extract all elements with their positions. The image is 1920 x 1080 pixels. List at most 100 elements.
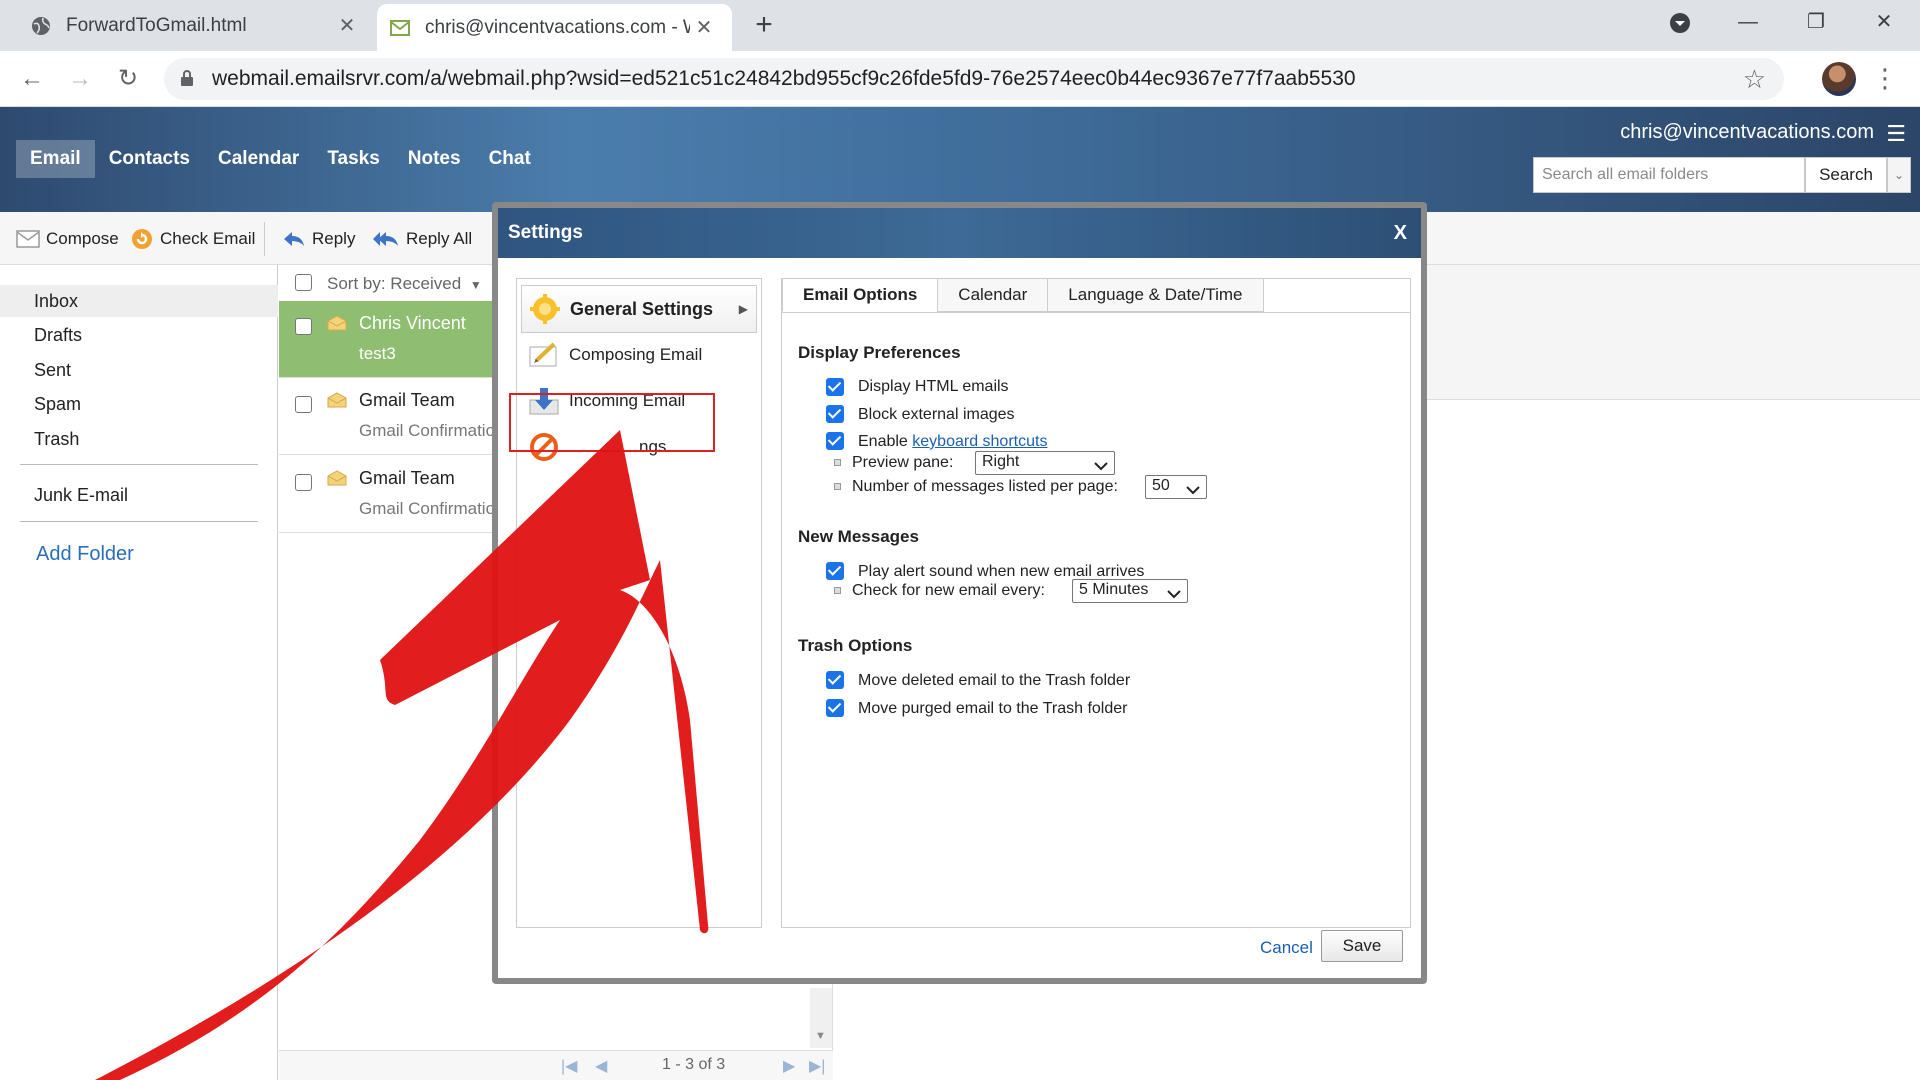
profile-avatar[interactable] (1822, 62, 1856, 96)
forward-icon[interactable]: → (60, 59, 100, 99)
preview-pane-select[interactable]: Right (975, 451, 1115, 475)
browser-tab-bar: ForwardToGmail.html ✕ chris@vincentvacat… (0, 0, 1920, 51)
nav-tasks[interactable]: Tasks (313, 140, 393, 178)
move-purged-checkbox[interactable] (826, 699, 844, 717)
display-html-checkbox[interactable] (826, 378, 844, 396)
chevron-down-icon (1186, 482, 1200, 500)
select-all-checkbox[interactable] (295, 274, 312, 291)
check-interval-select[interactable]: 5 Minutes (1072, 579, 1188, 603)
reply-button[interactable]: Reply (282, 226, 355, 252)
menu-icon[interactable]: ☰ (1886, 121, 1906, 147)
settings-tabs: Email Options Calendar Language & Date/T… (782, 278, 1264, 312)
tab-calendar[interactable]: Calendar (937, 278, 1049, 312)
message-checkbox[interactable] (295, 474, 312, 491)
nav-notes[interactable]: Notes (394, 140, 475, 178)
check-email-button[interactable]: Check Email (130, 226, 255, 252)
open-envelope-icon (327, 470, 347, 491)
sidebar-label: Composing Email (569, 345, 703, 364)
folder-divider (20, 464, 258, 465)
message-sender: Gmail Team (359, 390, 455, 410)
chevron-down-icon: ▼ (469, 278, 482, 292)
nav-email[interactable]: Email (16, 140, 95, 178)
per-page-select[interactable]: 50 (1145, 475, 1207, 499)
prev-page-icon[interactable]: ◀ (595, 1056, 607, 1076)
url-bar[interactable]: webmail.emailsrvr.com/a/webmail.php?wsid… (164, 58, 1784, 100)
back-icon[interactable]: ← (12, 59, 52, 99)
compose-button[interactable]: Compose (16, 226, 119, 252)
select-value: 5 Minutes (1079, 581, 1149, 598)
search-input[interactable]: Search all email folders (1533, 157, 1805, 193)
folder-drafts[interactable]: Drafts (0, 319, 278, 351)
sidebar-label: General Settings (570, 298, 714, 319)
new-tab-icon[interactable]: + (748, 8, 780, 42)
folder-trash[interactable]: Trash (0, 423, 278, 455)
add-folder-link[interactable]: Add Folder (36, 543, 134, 566)
move-deleted-checkbox[interactable] (826, 671, 844, 689)
block-images-checkbox[interactable] (826, 405, 844, 423)
message-checkbox[interactable] (295, 318, 312, 335)
folder-spam[interactable]: Spam (0, 388, 278, 420)
first-page-icon[interactable]: |◀ (561, 1056, 577, 1076)
globe-icon (30, 15, 52, 37)
scroll-down-icon[interactable]: ▼ (815, 1030, 826, 1042)
cancel-link[interactable]: Cancel (1260, 938, 1313, 958)
minimize-icon[interactable]: — (1718, 0, 1778, 46)
search-options-icon[interactable]: ⌄ (1887, 157, 1911, 193)
option-label: Move purged email to the Trash folder (858, 700, 1128, 717)
reply-label: Reply (312, 229, 356, 248)
toolbar-divider (264, 222, 265, 256)
chevron-down-icon (1094, 458, 1108, 476)
main-nav: Email Contacts Calendar Tasks Notes Chat (16, 140, 545, 178)
option-label: Display HTML emails (858, 378, 1009, 395)
browser-tab-forwardtogmail[interactable]: ForwardToGmail.html ✕ (0, 0, 375, 51)
message-subject: Gmail Confirmatio (359, 499, 496, 518)
next-page-icon[interactable]: ▶ (783, 1056, 795, 1076)
reply-all-arrow-icon (372, 230, 400, 248)
save-button[interactable]: Save (1321, 930, 1403, 962)
bookmark-star-icon[interactable]: ☆ (1743, 64, 1766, 95)
folder-inbox[interactable]: Inbox (0, 285, 278, 317)
browser-tab-webmail[interactable]: chris@vincentvacations.com - W ✕ (377, 4, 732, 51)
browser-menu-icon[interactable]: ⋮ (1872, 61, 1898, 97)
reply-all-label: Reply All (406, 229, 473, 248)
option-text: Enable (858, 433, 913, 450)
nav-contacts[interactable]: Contacts (95, 140, 204, 178)
close-window-icon[interactable]: ✕ (1854, 0, 1914, 46)
tab-email-options[interactable]: Email Options (782, 278, 939, 312)
alert-sound-checkbox[interactable] (826, 562, 844, 580)
tab-title: chris@vincentvacations.com - W (425, 16, 690, 38)
close-tab-icon[interactable]: ✕ (690, 15, 718, 40)
tab-language-date-time[interactable]: Language & Date/Time (1047, 278, 1264, 312)
url-text: webmail.emailsrvr.com/a/webmail.php?wsid… (212, 67, 1356, 90)
restore-icon[interactable]: ❐ (1786, 0, 1846, 46)
close-tab-icon[interactable]: ✕ (333, 13, 361, 38)
message-sender: Chris Vincent (359, 313, 466, 333)
select-value: 50 (1152, 477, 1170, 494)
reload-icon[interactable]: ↻ (108, 59, 148, 99)
keyboard-shortcuts-link[interactable]: keyboard shortcuts (912, 433, 1047, 450)
close-dialog-button[interactable]: X (1394, 208, 1407, 258)
message-checkbox[interactable] (295, 396, 312, 413)
nav-chat[interactable]: Chat (475, 140, 545, 178)
sidebar-item-composing-email[interactable]: Composing Email (521, 331, 757, 379)
user-email[interactable]: chris@vincentvacations.com (1620, 121, 1874, 144)
reply-all-button[interactable]: Reply All (372, 226, 472, 252)
tab-search-icon[interactable] (1650, 0, 1710, 46)
bullet-icon (834, 483, 841, 490)
message-subject: test3 (359, 344, 396, 363)
scrollbar[interactable]: ▼ (810, 988, 832, 1048)
search-button[interactable]: Search (1805, 157, 1887, 193)
folder-divider (20, 521, 258, 522)
sidebar-item-general-settings[interactable]: General Settings ▶ (521, 285, 757, 333)
chevron-right-icon: ▶ (738, 302, 748, 316)
select-value: Right (982, 453, 1020, 470)
folder-sent[interactable]: Sent (0, 354, 278, 386)
open-envelope-icon (327, 315, 347, 336)
option-label: Block external images (858, 406, 1015, 423)
keyboard-shortcuts-checkbox[interactable] (826, 432, 844, 450)
nav-calendar[interactable]: Calendar (204, 140, 313, 178)
last-page-icon[interactable]: ▶| (809, 1056, 825, 1076)
sort-dropdown[interactable]: Sort by: Received ▼ (327, 274, 482, 294)
folder-junk[interactable]: Junk E-mail (0, 479, 278, 511)
gear-icon (528, 292, 562, 326)
